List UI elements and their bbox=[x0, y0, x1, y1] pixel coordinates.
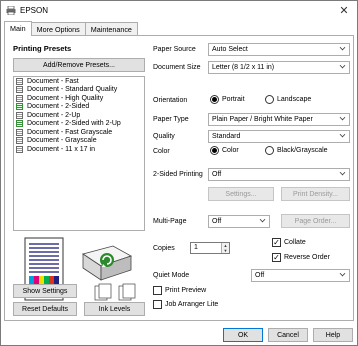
two-sided-settings-button[interactable]: Settings... bbox=[208, 187, 274, 201]
checkbox-unchecked-icon bbox=[153, 300, 162, 309]
quiet-mode-select[interactable]: Off bbox=[251, 269, 350, 282]
two-sided-printing-select[interactable]: Off bbox=[208, 168, 350, 181]
preset-item[interactable]: Document - Fast Grayscale bbox=[14, 128, 144, 136]
paper-type-label: Paper Type bbox=[153, 116, 189, 123]
orientation-label: Orientation bbox=[153, 97, 188, 104]
collate-checkbox[interactable]: ✓ Collate bbox=[272, 238, 306, 247]
two-sided-document-icon bbox=[16, 103, 23, 111]
chevron-down-icon bbox=[339, 131, 346, 138]
reverse-order-checkbox[interactable]: ✓ Reverse Order bbox=[272, 253, 330, 262]
preset-item[interactable]: Document - 2-Up bbox=[14, 111, 144, 119]
document-icon bbox=[16, 111, 23, 119]
preset-item[interactable]: Document - 2-Sided with 2-Up bbox=[14, 120, 144, 128]
color-radio[interactable]: Color bbox=[210, 146, 239, 155]
radio-selected-icon bbox=[210, 95, 219, 104]
paper-source-select[interactable]: Auto Select bbox=[208, 43, 350, 56]
chevron-down-icon bbox=[339, 44, 346, 51]
multi-page-select[interactable]: Off bbox=[208, 215, 270, 228]
reset-defaults-button[interactable]: Reset Defaults bbox=[13, 302, 77, 316]
black-grayscale-radio[interactable]: Black/Grayscale bbox=[265, 146, 328, 155]
window-title: EPSON bbox=[20, 6, 49, 15]
tab-main[interactable]: Main bbox=[4, 21, 32, 36]
document-size-select[interactable]: Letter (8 1/2 x 11 in) bbox=[208, 61, 350, 74]
radio-unselected-icon bbox=[265, 95, 274, 104]
chevron-down-icon bbox=[339, 62, 346, 69]
paper-type-select[interactable]: Plain Paper / Bright White Paper bbox=[208, 113, 350, 126]
copies-spinner[interactable]: 1 ▲ ▼ bbox=[190, 242, 230, 254]
quality-label: Quality bbox=[153, 133, 175, 140]
copies-label: Copies bbox=[153, 245, 175, 252]
preset-item[interactable]: Document - Fast bbox=[14, 77, 144, 85]
document-icon bbox=[16, 128, 23, 136]
preset-item[interactable]: Document - Grayscale bbox=[14, 137, 144, 145]
document-size-label: Document Size bbox=[153, 64, 201, 71]
preset-item[interactable]: Document - High Quality bbox=[14, 94, 144, 102]
color-label: Color bbox=[153, 148, 170, 155]
paper-source-label: Paper Source bbox=[153, 46, 196, 53]
document-icon bbox=[16, 145, 23, 153]
landscape-radio[interactable]: Landscape bbox=[265, 95, 311, 104]
chevron-down-icon bbox=[339, 270, 346, 277]
spinner-arrows-icon[interactable]: ▲ ▼ bbox=[221, 243, 229, 253]
chevron-down-icon bbox=[339, 169, 346, 176]
checkmark-icon: ✓ bbox=[272, 237, 281, 247]
add-remove-presets-button[interactable]: Add/Remove Presets... bbox=[13, 58, 145, 72]
multi-page-icon bbox=[94, 283, 136, 301]
printer-icon bbox=[82, 245, 132, 281]
preset-item[interactable]: Document - Standard Quality bbox=[14, 86, 144, 94]
chevron-down-icon bbox=[259, 216, 266, 223]
tab-more-options[interactable]: More Options bbox=[30, 22, 86, 36]
two-sided-document-icon bbox=[16, 120, 23, 128]
help-button[interactable]: Help bbox=[313, 328, 353, 342]
ok-button[interactable]: OK bbox=[223, 328, 263, 342]
document-icon bbox=[16, 94, 23, 102]
multi-page-label: Multi-Page bbox=[153, 218, 187, 225]
close-icon[interactable]: ✕ bbox=[337, 4, 351, 18]
preset-list[interactable]: Document - Fast Document - Standard Qual… bbox=[13, 76, 145, 231]
tab-strip: Main More Options Maintenance bbox=[4, 21, 138, 36]
two-sided-printing-label: 2-Sided Printing bbox=[153, 171, 203, 178]
printer-properties-window: EPSON ✕ Main More Options Maintenance Pr… bbox=[0, 0, 358, 346]
page-order-button[interactable]: Page Order... bbox=[281, 214, 350, 228]
printer-app-icon bbox=[6, 6, 16, 15]
tab-maintenance[interactable]: Maintenance bbox=[84, 22, 138, 36]
quiet-mode-label: Quiet Mode bbox=[153, 272, 190, 279]
show-settings-button[interactable]: Show Settings bbox=[13, 284, 77, 298]
document-icon bbox=[16, 137, 23, 145]
document-icon bbox=[16, 86, 23, 94]
quality-select[interactable]: Standard bbox=[208, 130, 350, 143]
main-tab-panel: Printing Presets Add/Remove Presets... D… bbox=[4, 35, 354, 321]
document-icon bbox=[16, 77, 23, 85]
radio-selected-icon bbox=[210, 146, 219, 155]
chevron-down-icon bbox=[339, 114, 346, 121]
portrait-radio[interactable]: Portrait bbox=[210, 95, 245, 104]
print-preview-checkbox[interactable]: Print Preview bbox=[153, 286, 206, 295]
cancel-button[interactable]: Cancel bbox=[268, 328, 308, 342]
print-density-button[interactable]: Print Density... bbox=[281, 187, 350, 201]
ink-levels-button[interactable]: Ink Levels bbox=[84, 302, 145, 316]
checkbox-unchecked-icon bbox=[153, 286, 162, 295]
preset-item[interactable]: Document - 2-Sided bbox=[14, 103, 144, 111]
preset-item[interactable]: Document - 11 x 17 in bbox=[14, 145, 144, 153]
printing-presets-heading: Printing Presets bbox=[13, 44, 72, 53]
title-bar: EPSON ✕ bbox=[1, 1, 357, 21]
job-arranger-lite-checkbox[interactable]: Job Arranger Lite bbox=[153, 300, 218, 309]
radio-unselected-icon bbox=[265, 146, 274, 155]
checkmark-icon: ✓ bbox=[272, 252, 281, 262]
